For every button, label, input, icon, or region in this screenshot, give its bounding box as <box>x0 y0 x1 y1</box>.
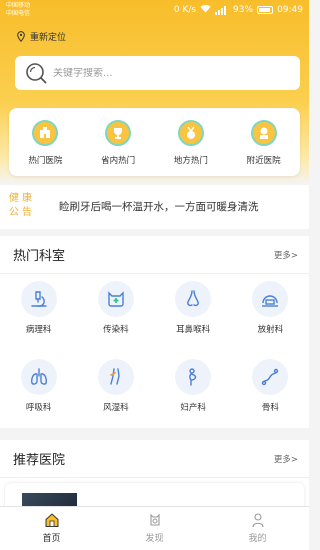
department-label: 病理科 <box>25 325 52 335</box>
department-label: 呼吸科 <box>25 403 52 413</box>
bottom-tab-bar: 首页 发现 我的 <box>0 506 309 550</box>
department-obstetrics[interactable]: 妇产科 <box>155 359 232 437</box>
microscope-icon <box>20 281 57 317</box>
tab-discover[interactable]: 发现 <box>103 507 206 550</box>
section-title: 热门科室 <box>13 249 66 264</box>
profile-icon <box>251 513 264 528</box>
quick-link-nearby-hospitals[interactable]: 附近医院 <box>227 108 300 176</box>
quick-link-label: 省内热门 <box>101 156 136 166</box>
search-input[interactable] <box>53 67 283 79</box>
department-ent[interactable]: 耳鼻喉科 <box>155 281 232 359</box>
wifi-icon <box>200 4 211 16</box>
carrier-2: 中国电信 <box>6 9 31 17</box>
hospitals-section: 推荐医院 更多> <box>0 440 309 513</box>
quick-link-label: 附近医院 <box>246 156 281 166</box>
department-label: 风湿科 <box>103 403 129 413</box>
department-label: 骨科 <box>261 403 279 413</box>
battery-icon <box>257 6 274 14</box>
departments-grid: 病理科 传染科 耳鼻喉科 放射科 呼吸科 风湿科 妇产科 骨科 <box>0 274 309 437</box>
department-respiratory[interactable]: 呼吸科 <box>0 359 77 437</box>
department-rheumatology[interactable]: 风湿科 <box>77 359 154 437</box>
tab-home[interactable]: 首页 <box>0 507 103 550</box>
search-bar[interactable] <box>15 56 300 90</box>
status-bar: 中国移动 中国电信 0 K/s 93% 09:49 <box>0 0 309 20</box>
department-label: 妇产科 <box>180 403 206 413</box>
bone-icon <box>252 359 289 395</box>
quick-links-card: 热门医院 省内热门 地方热门 附近医院 <box>9 108 300 176</box>
hospitals-header: 推荐医院 更多> <box>0 440 309 478</box>
signal-icon <box>215 5 229 15</box>
quick-link-label: 地方热门 <box>173 156 208 166</box>
departments-more-link[interactable]: 更多> <box>274 249 298 261</box>
network-speed: 0 K/s <box>173 5 197 15</box>
discover-icon <box>149 513 160 526</box>
department-infectious[interactable]: 传染科 <box>77 281 154 359</box>
tab-label: 发现 <box>145 534 164 544</box>
departments-header: 热门科室 更多> <box>0 236 309 274</box>
tab-label: 首页 <box>42 534 61 544</box>
relocate-button[interactable]: 重新定位 <box>17 30 66 43</box>
notice-badge: 健康公告 <box>9 193 35 218</box>
section-title: 推荐医院 <box>13 453 66 468</box>
department-label: 传染科 <box>103 325 129 335</box>
departments-section: 热门科室 更多> 病理科 传染科 耳鼻喉科 放射科 呼吸科 风湿科 妇产科 骨科 <box>0 236 309 428</box>
carrier-info: 中国移动 中国电信 <box>6 2 30 17</box>
department-radiology[interactable]: 放射科 <box>232 281 309 359</box>
home-icon <box>45 513 58 527</box>
carrier-1: 中国移动 <box>6 2 31 9</box>
location-pin-icon <box>17 31 25 42</box>
knee-icon <box>97 359 134 395</box>
department-orthopedics[interactable]: 骨科 <box>232 359 309 437</box>
pregnant-icon <box>175 359 212 395</box>
quick-link-local-hot[interactable]: 地方热门 <box>155 108 228 176</box>
lungs-icon <box>20 359 57 395</box>
department-label: 耳鼻喉科 <box>176 325 211 335</box>
quick-link-province-hot[interactable]: 省内热门 <box>82 108 155 176</box>
relocate-label: 重新定位 <box>30 33 67 43</box>
nose-icon <box>175 281 212 317</box>
trophy-icon <box>105 120 132 146</box>
hospitals-more-link[interactable]: 更多> <box>274 453 298 465</box>
nearby-hospital-icon <box>250 120 277 146</box>
department-label: 放射科 <box>257 325 284 335</box>
battery-percent: 93% <box>233 5 254 15</box>
medal-icon <box>177 120 204 146</box>
tab-profile[interactable]: 我的 <box>206 507 309 550</box>
notice-text: 睑刷牙后喝一杯温开水，一方面可暖身清洗 <box>59 201 259 213</box>
tab-label: 我的 <box>248 534 267 544</box>
radiology-icon <box>252 281 289 317</box>
clock: 09:49 <box>277 5 303 15</box>
health-notice[interactable]: 健康公告 睑刷牙后喝一杯温开水，一方面可暖身清洗 <box>0 185 309 229</box>
quick-link-hot-hospitals[interactable]: 热门医院 <box>9 108 82 176</box>
cat-plus-icon <box>97 281 134 317</box>
status-indicators: 0 K/s 93% 09:49 <box>174 4 303 16</box>
department-pathology[interactable]: 病理科 <box>0 281 77 359</box>
quick-link-label: 热门医院 <box>28 156 63 166</box>
search-icon <box>26 63 47 84</box>
hospital-building-icon <box>32 120 59 146</box>
